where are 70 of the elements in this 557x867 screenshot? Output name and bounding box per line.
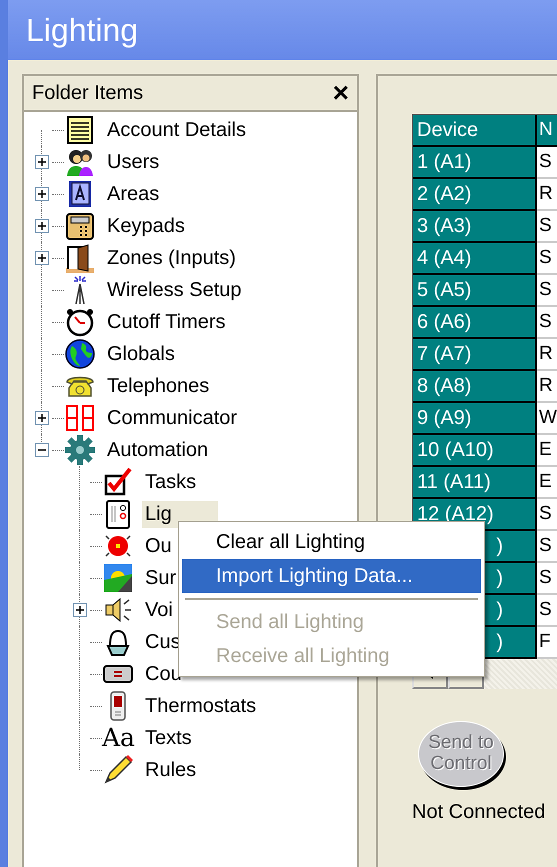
row-header: 11 (A11) bbox=[413, 467, 537, 499]
column-header: N bbox=[537, 115, 557, 147]
table-cell: R bbox=[537, 339, 557, 371]
expand-toggle[interactable] bbox=[35, 187, 49, 201]
tree-item[interactable]: Areas bbox=[104, 180, 162, 208]
tree-item[interactable]: Tasks bbox=[142, 468, 200, 496]
table-cell: S bbox=[537, 147, 557, 179]
seven-segment-icon bbox=[64, 402, 96, 434]
expand-toggle[interactable] bbox=[35, 411, 49, 425]
tree-item[interactable]: Wireless Setup bbox=[104, 276, 244, 304]
expand-toggle[interactable] bbox=[73, 603, 87, 617]
expand-toggle[interactable] bbox=[35, 219, 49, 233]
tree-item[interactable]: Texts bbox=[142, 724, 195, 752]
tree-item[interactable]: Zones (Inputs) bbox=[104, 244, 239, 272]
checkbox-icon bbox=[102, 466, 134, 498]
tree-item[interactable]: Automation bbox=[104, 436, 212, 464]
panel-title: Folder Items bbox=[32, 82, 144, 104]
globe-icon bbox=[64, 338, 96, 370]
table-cell: S bbox=[537, 595, 557, 627]
table-cell: S bbox=[537, 275, 557, 307]
ledger-icon bbox=[64, 114, 96, 146]
row-header: 8 (A8) bbox=[413, 371, 537, 403]
menu-item[interactable]: Import Lighting Data... bbox=[182, 559, 481, 593]
row-header: 6 (A6) bbox=[413, 307, 537, 339]
row-header: 4 (A4) bbox=[413, 243, 537, 275]
row-header: 10 (A10) bbox=[413, 435, 537, 467]
gear-icon bbox=[64, 434, 96, 466]
table-cell: S bbox=[537, 211, 557, 243]
table-cell: E bbox=[537, 435, 557, 467]
tree-item[interactable]: Voi bbox=[142, 596, 176, 624]
tree-item[interactable]: Keypads bbox=[104, 212, 188, 240]
sunrise-icon bbox=[102, 562, 134, 594]
tree-item[interactable]: Sur bbox=[142, 564, 180, 592]
tree-item[interactable]: Users bbox=[104, 148, 162, 176]
expand-toggle[interactable] bbox=[35, 155, 49, 169]
connection-status: Not Connected bbox=[412, 801, 546, 824]
table-cell: F bbox=[537, 627, 557, 659]
window-title: Lighting bbox=[8, 0, 557, 60]
row-header: 5 (A5) bbox=[413, 275, 537, 307]
tree-item[interactable]: Telephones bbox=[104, 372, 212, 400]
pencil-icon bbox=[102, 754, 134, 786]
table-cell: S bbox=[537, 563, 557, 595]
tree-item[interactable]: Thermostats bbox=[142, 692, 260, 720]
tree-item[interactable]: Rules bbox=[142, 756, 200, 784]
table-cell: W bbox=[537, 403, 557, 435]
table-cell: S bbox=[537, 307, 557, 339]
table-cell: S bbox=[537, 531, 557, 563]
table-cell: E bbox=[537, 467, 557, 499]
collapse-toggle[interactable] bbox=[35, 443, 49, 457]
tree-item[interactable]: Ou bbox=[142, 532, 175, 560]
tree-item[interactable]: Cutoff Timers bbox=[104, 308, 229, 336]
row-header: 9 (A9) bbox=[413, 403, 537, 435]
tree-item[interactable]: Account Details bbox=[104, 116, 249, 144]
tree-item[interactable]: Communicator bbox=[104, 404, 240, 432]
row-header: 1 (A1) bbox=[413, 147, 537, 179]
row-header: 2 (A2) bbox=[413, 179, 537, 211]
table-cell: S bbox=[537, 243, 557, 275]
alarm-clock-icon bbox=[64, 306, 96, 338]
expand-toggle[interactable] bbox=[35, 251, 49, 265]
row-header: 7 (A7) bbox=[413, 339, 537, 371]
table-cell: R bbox=[537, 179, 557, 211]
column-header: Device bbox=[413, 115, 537, 147]
row-header: 3 (A3) bbox=[413, 211, 537, 243]
letters-icon: Aa bbox=[102, 722, 134, 754]
table-cell: S bbox=[537, 499, 557, 531]
table-cell: R bbox=[537, 371, 557, 403]
door-icon bbox=[64, 242, 96, 274]
keypad-icon bbox=[64, 210, 96, 242]
close-button[interactable]: × bbox=[332, 79, 349, 107]
tree-item[interactable]: Globals bbox=[104, 340, 178, 368]
